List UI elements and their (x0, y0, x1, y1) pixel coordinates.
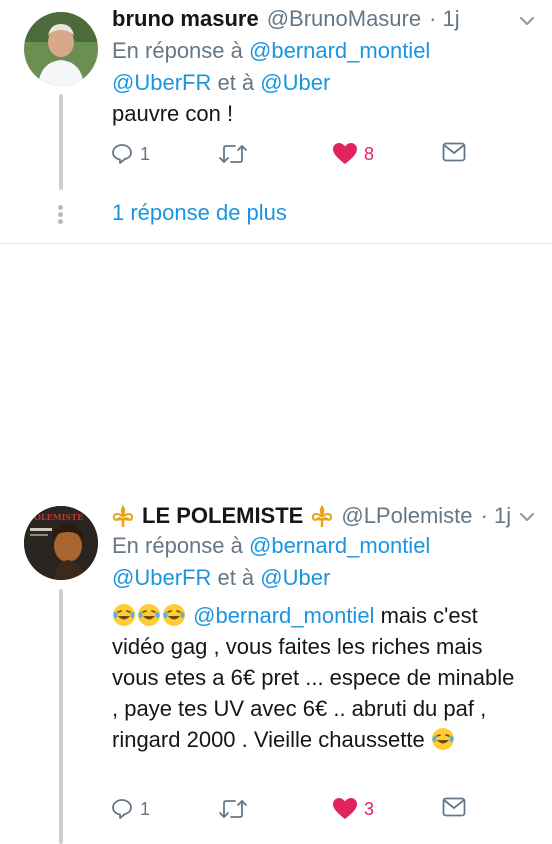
reply-icon (112, 799, 132, 819)
mention-link[interactable]: @Uber (260, 565, 330, 590)
reply-button[interactable]: 1 (110, 142, 150, 166)
retweet-icon (219, 800, 247, 818)
message-button[interactable] (442, 142, 466, 162)
reply-button[interactable]: 1 (110, 797, 150, 821)
like-count: 8 (364, 143, 375, 164)
tweet-actions: 1 8 (110, 142, 470, 172)
laughing-emoji (113, 604, 135, 626)
more-dots-icon (58, 205, 64, 226)
like-button[interactable]: 8 (332, 142, 374, 166)
reply-count: 1 (140, 143, 151, 164)
laughing-emoji (138, 604, 160, 626)
message-button[interactable] (442, 797, 466, 817)
message-icon (442, 142, 466, 162)
chevron-down-icon[interactable] (518, 508, 536, 526)
reply-context: En réponse à @bernard_montiel @UberFR et… (112, 38, 431, 95)
heart-icon (333, 143, 357, 164)
handle[interactable]: @LPolemiste (341, 503, 472, 529)
message-icon (442, 797, 466, 817)
like-button[interactable]: 3 (332, 797, 374, 821)
laughing-emoji (163, 604, 185, 626)
mention-link[interactable]: @bernard_montiel (249, 38, 430, 63)
reply-count: 1 (140, 798, 151, 819)
thread-line (59, 589, 63, 844)
retweet-button[interactable] (218, 797, 248, 821)
retweet-icon (219, 145, 247, 163)
chevron-down-icon[interactable] (518, 12, 536, 30)
mention-link[interactable]: @bernard_montiel (193, 603, 374, 628)
avatar[interactable]: POLEMISTE (24, 506, 98, 580)
timestamp[interactable]: · 1j (481, 503, 512, 529)
reply-icon (112, 144, 132, 164)
handle[interactable]: @BrunoMasure (267, 6, 421, 32)
display-name[interactable]: bruno masure (112, 6, 259, 32)
mention-link[interactable]: @UberFR (112, 565, 211, 590)
fleur-de-lis-icon (112, 505, 134, 527)
tweet-text: pauvre con ! (112, 101, 234, 126)
tweet-header: LE POLEMISTE @LPolemiste · 1j (112, 503, 511, 529)
retweet-button[interactable] (218, 142, 248, 166)
like-count: 3 (364, 798, 375, 819)
tweet-text: @bernard_montiel mais c'est vidéo gag , … (112, 600, 522, 755)
thread-line (59, 94, 63, 190)
tweet-bruno-masure[interactable]: bruno masure @BrunoMasure · 1j En répons… (0, 0, 552, 244)
avatar-text: POLEMISTE (28, 512, 83, 522)
mention-link[interactable]: @Uber (260, 70, 330, 95)
avatar[interactable] (24, 12, 98, 86)
fleur-de-lis-icon (312, 505, 333, 527)
laughing-emoji (431, 728, 454, 750)
tweet-le-polemiste[interactable]: POLEMISTE LE POLEMISTE @LPolemiste · 1j (0, 244, 552, 844)
display-name[interactable]: LE POLEMISTE (142, 503, 303, 529)
reply-context: En réponse à @bernard_montiel @UberFR et… (112, 533, 431, 590)
mention-link[interactable]: @bernard_montiel (249, 533, 430, 558)
more-replies-link[interactable]: 1 réponse de plus (112, 200, 287, 226)
mention-link[interactable]: @UberFR (112, 70, 211, 95)
heart-icon (333, 798, 357, 819)
tweet-header: bruno masure @BrunoMasure · 1j (112, 6, 460, 32)
tweet-actions: 1 3 (110, 797, 470, 827)
timestamp[interactable]: · 1j (429, 6, 460, 32)
